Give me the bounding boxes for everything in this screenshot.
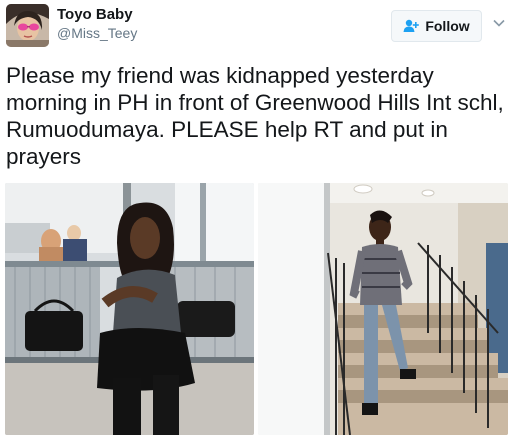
add-user-icon — [403, 19, 420, 33]
chevron-down-icon[interactable] — [492, 16, 506, 30]
avatar[interactable] — [6, 4, 49, 47]
tweet-card: Toyo Baby @Miss_Teey Follow Please my fr… — [0, 0, 511, 435]
tweet-photo-stairs[interactable] — [258, 183, 508, 435]
follow-button[interactable]: Follow — [391, 10, 482, 42]
follow-label: Follow — [425, 18, 470, 34]
user-handle[interactable]: @Miss_Teey — [57, 25, 137, 41]
display-name[interactable]: Toyo Baby — [57, 6, 133, 23]
tweet-photo-seated[interactable] — [5, 183, 254, 435]
tweet-text: Please my friend was kidnapped yesterday… — [6, 63, 504, 169]
